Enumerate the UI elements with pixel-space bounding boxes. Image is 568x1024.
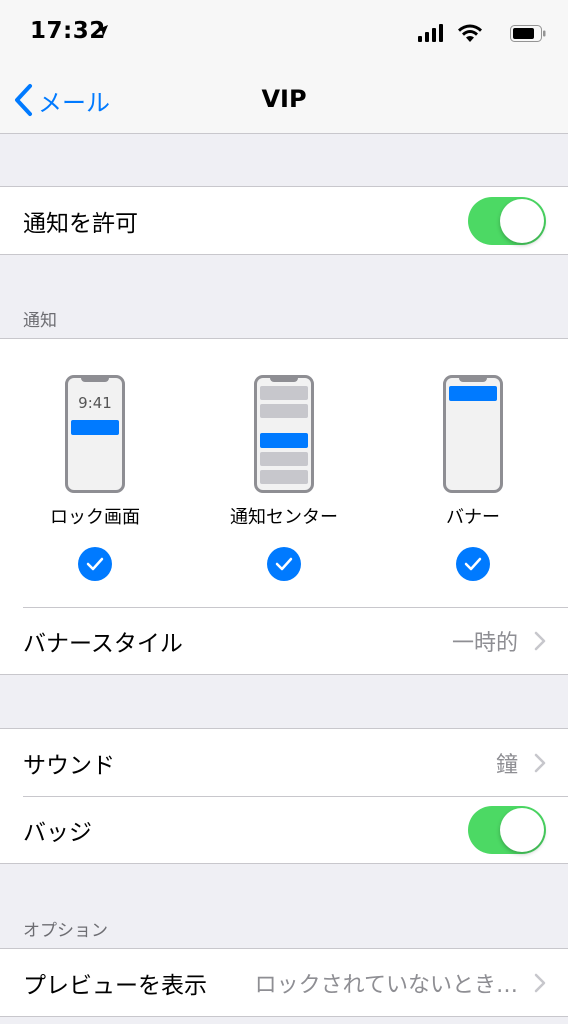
notification-center-option[interactable]: 通知センター	[209, 375, 359, 581]
status-bar: 17:32	[0, 0, 568, 66]
checkmark-icon	[275, 557, 293, 571]
banner-option[interactable]: バナー	[398, 375, 548, 581]
lock-screen-phone-icon: 9:41	[65, 375, 125, 493]
allow-notifications-row: 通知を許可	[0, 187, 568, 254]
cellular-signal-icon	[418, 24, 443, 42]
chevron-right-icon	[534, 753, 546, 772]
banner-style-row[interactable]: バナースタイル 一時的	[23, 607, 568, 674]
page-title: VIP	[261, 85, 307, 113]
allow-notifications-label: 通知を許可	[23, 210, 138, 237]
notification-center-checkmark[interactable]	[267, 547, 301, 581]
navigation-bar: メール VIP	[0, 66, 568, 134]
sound-label: サウンド	[23, 752, 115, 779]
allow-notifications-toggle[interactable]	[468, 196, 546, 245]
options-section-header: オプション	[23, 921, 108, 941]
lock-screen-time: 9:41	[78, 394, 112, 412]
show-preview-value: ロックされていないとき…	[254, 972, 518, 998]
toggle-knob	[500, 198, 544, 243]
allow-notifications-group: 通知を許可	[0, 186, 568, 255]
sound-badge-group: サウンド 鐘 バッジ	[0, 728, 568, 864]
options-group: プレビューを表示 ロックされていないとき…	[0, 948, 568, 1017]
wifi-icon	[458, 24, 482, 42]
sound-row[interactable]: サウンド 鐘	[0, 729, 568, 796]
banner-style-label: バナースタイル	[23, 631, 183, 657]
notifications-group: 9:41 ロック画面 通知センター バナー バナースタイル 一時的	[0, 338, 568, 675]
badge-toggle[interactable]	[468, 805, 546, 854]
badge-row: バッジ	[0, 796, 568, 863]
chevron-right-icon	[534, 631, 546, 651]
banner-style-value: 一時的	[451, 631, 518, 656]
banner-checkmark[interactable]	[456, 547, 490, 581]
chevron-right-icon	[534, 973, 546, 992]
alert-styles-panel: 9:41 ロック画面 通知センター バナー	[0, 339, 568, 607]
notification-center-phone-icon	[254, 375, 314, 493]
sound-value: 鐘	[495, 752, 518, 778]
notification-center-label: 通知センター	[230, 507, 338, 528]
notifications-section-header: 通知	[23, 311, 57, 331]
lock-screen-checkmark[interactable]	[78, 547, 112, 581]
location-arrow-icon	[96, 25, 108, 37]
show-preview-label: プレビューを表示	[23, 972, 207, 999]
lock-screen-label: ロック画面	[50, 507, 140, 528]
battery-icon	[510, 25, 546, 42]
banner-phone-icon	[443, 375, 503, 493]
show-preview-row[interactable]: プレビューを表示 ロックされていないとき…	[0, 949, 568, 1016]
checkmark-icon	[464, 557, 482, 571]
checkmark-icon	[86, 557, 104, 571]
badge-label: バッジ	[23, 819, 92, 846]
toggle-knob	[500, 807, 544, 852]
banner-label: バナー	[446, 507, 500, 528]
lock-screen-option[interactable]: 9:41 ロック画面	[20, 375, 170, 581]
